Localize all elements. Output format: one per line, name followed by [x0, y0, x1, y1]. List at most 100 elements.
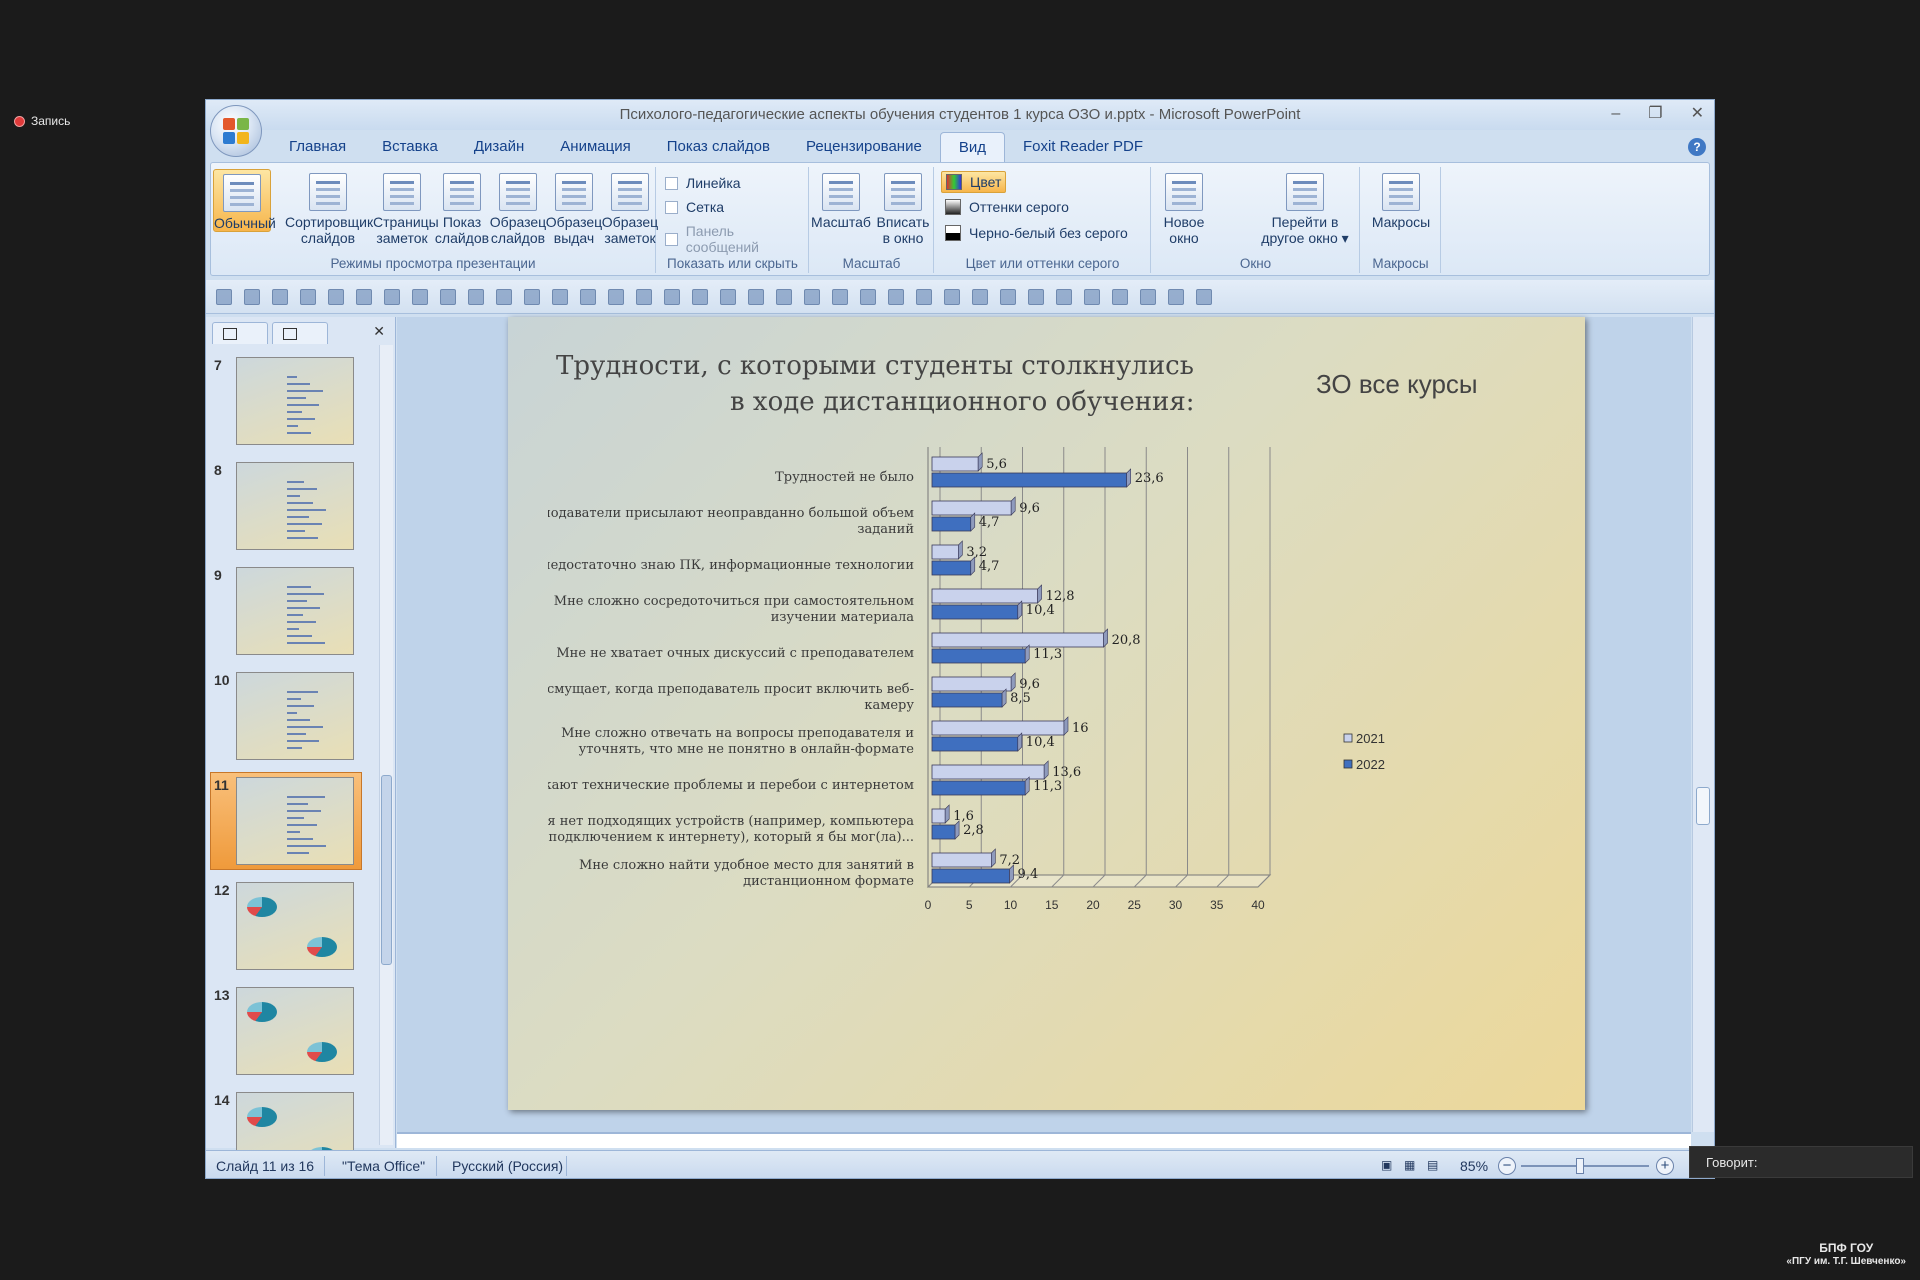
zoom-in-icon[interactable]: + — [1656, 1157, 1674, 1175]
toolbar-tool-icon[interactable] — [944, 289, 960, 305]
office-button[interactable] — [210, 105, 262, 157]
toolbar-tool-icon[interactable] — [1112, 289, 1128, 305]
toolbar-tool-icon[interactable] — [216, 289, 232, 305]
view-button-6[interactable]: Образец заметок — [601, 169, 659, 246]
toolbar-tool-icon[interactable] — [720, 289, 736, 305]
tab-анимация[interactable]: Анимация — [542, 132, 648, 162]
toolbar-tool-icon[interactable] — [692, 289, 708, 305]
bar-2021 — [931, 544, 959, 560]
fit-window-button[interactable]: Вписать в окно — [872, 169, 934, 246]
slide-thumbnail[interactable] — [236, 987, 354, 1075]
category-label: Мне сложно найти удобное место для занят… — [579, 858, 914, 873]
grayscale-button[interactable]: Оттенки серого — [941, 197, 1073, 217]
toolbar-tool-icon[interactable] — [468, 289, 484, 305]
toolbar-tool-icon[interactable] — [300, 289, 316, 305]
view-button-3[interactable]: Показ слайдов — [433, 169, 491, 246]
toolbar-tool-icon[interactable] — [356, 289, 372, 305]
toolbar-tool-icon[interactable] — [608, 289, 624, 305]
switch-window-button[interactable]: Перейти в другое окно ▾ — [1250, 169, 1360, 246]
legend-label: 2022 — [1356, 757, 1385, 772]
toolbar-tool-icon[interactable] — [804, 289, 820, 305]
toolbar-tool-icon[interactable] — [384, 289, 400, 305]
view-button-5[interactable]: Образец выдач — [545, 169, 603, 246]
zoom-out-icon[interactable]: − — [1498, 1157, 1516, 1175]
toolbar-tool-icon[interactable] — [664, 289, 680, 305]
new-window-button[interactable]: Новое окно — [1152, 169, 1216, 246]
pane-close-icon[interactable]: ✕ — [373, 323, 385, 340]
view-sorter-icon[interactable]: ▦ — [1404, 1158, 1415, 1172]
toolbar-tool-icon[interactable] — [972, 289, 988, 305]
slide-thumbnail[interactable] — [236, 672, 354, 760]
toolbar-tool-icon[interactable] — [1196, 289, 1212, 305]
toolbar-tool-icon[interactable] — [860, 289, 876, 305]
slide-title-line2: в ходе дистанционного обучения: — [730, 387, 1195, 417]
slide-thumbnail[interactable] — [236, 777, 354, 865]
powerpoint-window: Психолого-педагогические аспекты обучени… — [205, 99, 1715, 1179]
toolbar-tool-icon[interactable] — [1084, 289, 1100, 305]
tab-вставка[interactable]: Вставка — [364, 132, 456, 162]
view-button-1[interactable]: Сортировщик слайдов — [285, 169, 373, 246]
tab-дизайн[interactable]: Дизайн — [456, 132, 542, 162]
slide-thumbnail[interactable] — [236, 567, 354, 655]
editor-scroll-thumb[interactable] — [1696, 787, 1710, 825]
toolbar-tool-icon[interactable] — [636, 289, 652, 305]
toolbar-tool-icon[interactable] — [272, 289, 288, 305]
toolbar-tool-icon[interactable] — [832, 289, 848, 305]
toolbar-tool-icon[interactable] — [1028, 289, 1044, 305]
tab-рецензирование[interactable]: Рецензирование — [788, 132, 940, 162]
tab-foxit-reader-pdf[interactable]: Foxit Reader PDF — [1005, 132, 1161, 162]
group-caption: Режимы просмотра презентации — [330, 256, 536, 271]
bar-side — [944, 804, 950, 824]
macros-button[interactable]: Макросы — [1365, 169, 1437, 230]
view-show-icon[interactable]: ▤ — [1427, 1158, 1438, 1172]
zoom-button[interactable]: Масштаб — [810, 169, 872, 230]
toolbar-tool-icon[interactable] — [412, 289, 428, 305]
view-button-0[interactable]: Обычный — [213, 169, 276, 232]
minimize-icon[interactable]: ‒ — [1611, 100, 1620, 128]
notes-pane[interactable] — [397, 1132, 1691, 1148]
toolbar-tool-icon[interactable] — [1168, 289, 1184, 305]
toolbar-tool-icon[interactable] — [1000, 289, 1016, 305]
toolbar-tool-icon[interactable] — [1140, 289, 1156, 305]
message-bar-checkbox[interactable]: Панель сообщений — [665, 223, 808, 255]
slide-thumbnail[interactable] — [236, 882, 354, 970]
view-normal-icon[interactable]: ▣ — [1381, 1158, 1392, 1172]
help-icon[interactable]: ? — [1688, 138, 1706, 156]
pane-scrollbar[interactable] — [379, 345, 393, 1145]
toolbar-tool-icon[interactable] — [1056, 289, 1072, 305]
data-label: 13,6 — [1052, 765, 1081, 780]
tab-главная[interactable]: Главная — [271, 132, 364, 162]
slide-thumbnail[interactable] — [236, 462, 354, 550]
close-icon[interactable]: ✕ — [1691, 100, 1704, 128]
status-bar: Слайд 11 из 16 "Тема Office" Русский (Ро… — [206, 1150, 1714, 1178]
toolbar-tool-icon[interactable] — [496, 289, 512, 305]
zoom-slider-thumb[interactable] — [1576, 1158, 1584, 1174]
toolbar-tool-icon[interactable] — [524, 289, 540, 305]
zoom-slider[interactable] — [1521, 1165, 1649, 1167]
current-slide[interactable]: Трудности, с которыми студенты столкнули… — [508, 317, 1585, 1110]
black-white-button[interactable]: Черно-белый без серого — [941, 223, 1132, 243]
toolbar-tool-icon[interactable] — [580, 289, 596, 305]
tab-показ-слайдов[interactable]: Показ слайдов — [649, 132, 788, 162]
outline-tab-icon[interactable] — [272, 322, 328, 344]
view-button-4[interactable]: Образец слайдов — [489, 169, 547, 246]
ruler-checkbox[interactable]: Линейка — [665, 175, 741, 191]
toolbar-tool-icon[interactable] — [552, 289, 568, 305]
grid-checkbox[interactable]: Сетка — [665, 199, 724, 215]
zoom-level[interactable]: 85% — [1460, 1158, 1488, 1174]
toolbar-tool-icon[interactable] — [916, 289, 932, 305]
pane-scroll-thumb[interactable] — [381, 775, 392, 965]
toolbar-tool-icon[interactable] — [888, 289, 904, 305]
toolbar-tool-icon[interactable] — [440, 289, 456, 305]
toolbar-tool-icon[interactable] — [776, 289, 792, 305]
toolbar-tool-icon[interactable] — [328, 289, 344, 305]
slide-thumbnail[interactable] — [236, 357, 354, 445]
slides-tab-icon[interactable] — [212, 322, 268, 344]
view-button-2[interactable]: Страницы заметок — [373, 169, 439, 246]
color-button[interactable]: Цвет — [941, 171, 1007, 193]
restore-icon[interactable]: ❐ — [1648, 100, 1662, 128]
editor-scrollbar[interactable] — [1692, 317, 1714, 1132]
toolbar-tool-icon[interactable] — [244, 289, 260, 305]
toolbar-tool-icon[interactable] — [748, 289, 764, 305]
tab-вид[interactable]: Вид — [939, 132, 1005, 162]
